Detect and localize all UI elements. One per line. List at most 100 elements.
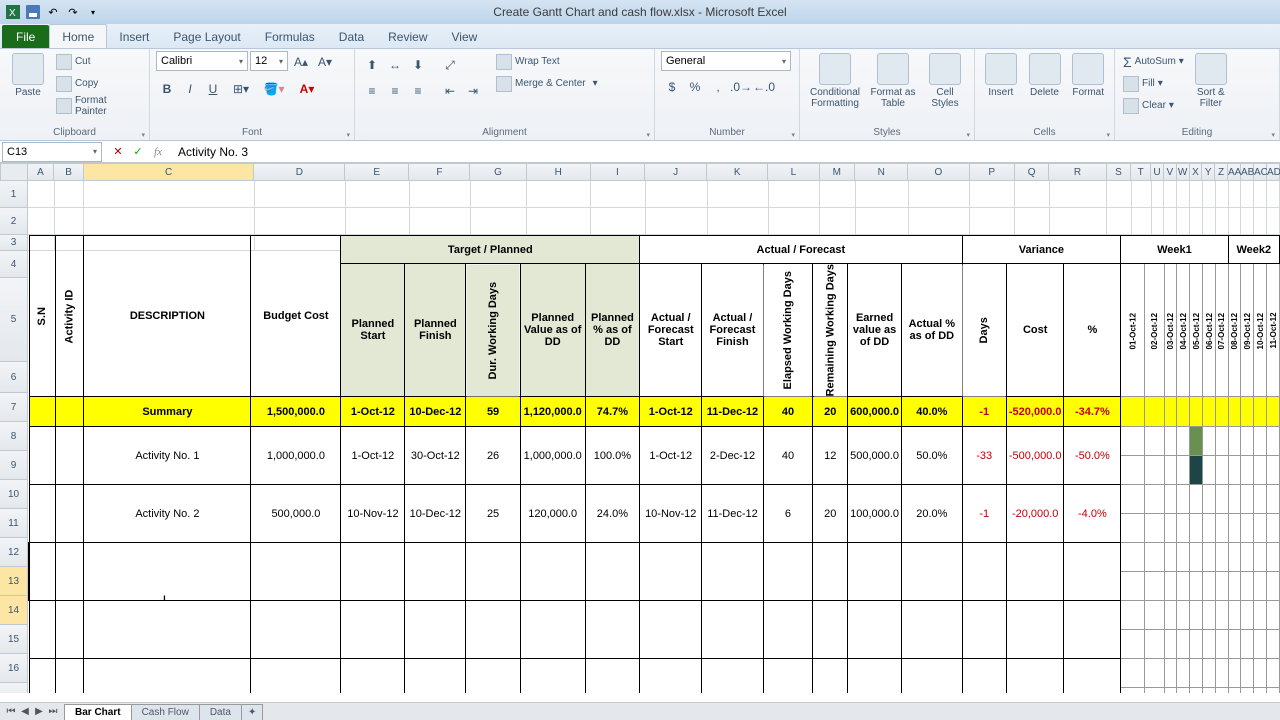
col-header-J[interactable]: J: [645, 163, 707, 181]
percent-button[interactable]: %: [684, 76, 706, 98]
insert-function-button[interactable]: fx: [148, 143, 168, 161]
col-header-Y[interactable]: Y: [1202, 163, 1215, 181]
row-header-6[interactable]: 6: [0, 362, 28, 393]
row-header-8[interactable]: 8: [0, 422, 28, 451]
fill-button[interactable]: Fill▾: [1121, 73, 1186, 94]
col-header-W[interactable]: W: [1177, 163, 1190, 181]
row-header-5[interactable]: 5: [0, 278, 28, 362]
col-header-AA[interactable]: AA: [1228, 163, 1241, 181]
col-header-AB[interactable]: AB: [1241, 163, 1254, 181]
cell-styles-button[interactable]: Cell Styles: [922, 51, 968, 109]
tab-formulas[interactable]: Formulas: [253, 25, 327, 48]
tab-page-layout[interactable]: Page Layout: [161, 25, 252, 48]
col-header-F[interactable]: F: [409, 163, 470, 181]
sheet-tab-bar-chart[interactable]: Bar Chart: [64, 704, 132, 720]
col-header-B[interactable]: B: [54, 163, 84, 181]
inc-indent-button[interactable]: ⇥: [462, 80, 484, 102]
col-header-C[interactable]: C: [84, 163, 255, 181]
col-header-D[interactable]: D: [254, 163, 345, 181]
align-top-button[interactable]: ⬆: [361, 54, 383, 76]
underline-button[interactable]: U: [202, 78, 224, 100]
font-color-button[interactable]: A▾: [291, 78, 323, 100]
dec-indent-button[interactable]: ⇤: [439, 80, 461, 102]
align-left-button[interactable]: ≡: [361, 80, 383, 102]
col-header-G[interactable]: G: [470, 163, 526, 181]
grow-font-button[interactable]: A▴: [290, 51, 312, 73]
number-format-select[interactable]: General▾: [661, 51, 791, 71]
sort-filter-button[interactable]: Sort & Filter: [1190, 51, 1232, 109]
row-header-11[interactable]: 11: [0, 509, 28, 538]
qat-dropdown-icon[interactable]: ▾: [84, 3, 102, 21]
col-header-E[interactable]: E: [345, 163, 409, 181]
dec-decimal-button[interactable]: ←.0: [753, 76, 775, 98]
col-header-Z[interactable]: Z: [1215, 163, 1228, 181]
file-tab[interactable]: File: [2, 25, 49, 48]
inc-decimal-button[interactable]: .0→: [730, 76, 752, 98]
font-size-select[interactable]: 12▾: [250, 51, 288, 71]
col-header-O[interactable]: O: [908, 163, 969, 181]
col-header-S[interactable]: S: [1107, 163, 1132, 181]
format-painter-button[interactable]: Format Painter: [54, 95, 143, 116]
sheet-tab-new[interactable]: ✦: [241, 704, 263, 720]
col-header-K[interactable]: K: [707, 163, 768, 181]
col-header-P[interactable]: P: [970, 163, 1015, 181]
row-header-10[interactable]: 10: [0, 480, 28, 509]
row-header-3[interactable]: 3: [0, 235, 28, 251]
tab-view[interactable]: View: [440, 25, 490, 48]
spreadsheet-grid[interactable]: ABCDEFGHIJKLMNOPQRSTUVWXYZAAABACAD 12345…: [0, 163, 1280, 693]
tab-insert[interactable]: Insert: [107, 25, 161, 48]
tab-review[interactable]: Review: [376, 25, 439, 48]
align-middle-button[interactable]: ↔: [384, 54, 406, 76]
name-box[interactable]: C13▾: [2, 142, 102, 162]
col-header-A[interactable]: A: [28, 163, 55, 181]
copy-button[interactable]: Copy: [54, 73, 143, 94]
format-cells-button[interactable]: Format: [1068, 51, 1108, 98]
row-header-1[interactable]: 1: [0, 181, 28, 208]
row-header-17[interactable]: 17: [0, 683, 28, 693]
currency-button[interactable]: $: [661, 76, 683, 98]
orientation-button[interactable]: ⤢: [439, 54, 461, 76]
col-header-Q[interactable]: Q: [1015, 163, 1050, 181]
sheet-tab-cash-flow[interactable]: Cash Flow: [131, 704, 200, 720]
col-header-AD[interactable]: AD: [1267, 163, 1280, 181]
align-bottom-button[interactable]: ⬇: [407, 54, 429, 76]
wrap-text-button[interactable]: Wrap Text: [494, 51, 600, 72]
row-header-16[interactable]: 16: [0, 654, 28, 683]
cancel-edit-button[interactable]: ✕: [108, 143, 128, 161]
delete-cells-button[interactable]: Delete: [1025, 51, 1065, 98]
row-header-9[interactable]: 9: [0, 451, 28, 480]
col-header-L[interactable]: L: [768, 163, 819, 181]
align-right-button[interactable]: ≡: [407, 80, 429, 102]
row-header-4[interactable]: 4: [0, 251, 28, 278]
row-header-7[interactable]: 7: [0, 393, 28, 422]
col-header-R[interactable]: R: [1049, 163, 1106, 181]
sheet-tab-nav[interactable]: ⏮◀▶⏭: [0, 706, 64, 717]
row-header-15[interactable]: 15: [0, 625, 28, 654]
formula-input[interactable]: [172, 143, 1280, 161]
fill-color-button[interactable]: 🪣▾: [258, 78, 290, 100]
align-center-button[interactable]: ≡: [384, 80, 406, 102]
col-header-M[interactable]: M: [820, 163, 856, 181]
format-as-table-button[interactable]: Format as Table: [868, 51, 918, 109]
col-header-V[interactable]: V: [1164, 163, 1177, 181]
excel-icon[interactable]: X: [4, 3, 22, 21]
row-header-2[interactable]: 2: [0, 208, 28, 235]
col-header-U[interactable]: U: [1151, 163, 1164, 181]
col-header-AC[interactable]: AC: [1254, 163, 1267, 181]
clear-button[interactable]: Clear▾: [1121, 95, 1186, 116]
col-header-N[interactable]: N: [855, 163, 908, 181]
row-header-14[interactable]: 14: [0, 596, 28, 625]
tab-home[interactable]: Home: [49, 24, 107, 48]
row-header-13[interactable]: 13: [0, 567, 28, 596]
comma-button[interactable]: ,: [707, 76, 729, 98]
sheet-tab-data[interactable]: Data: [199, 704, 242, 720]
insert-cells-button[interactable]: Insert: [981, 51, 1021, 98]
col-header-T[interactable]: T: [1131, 163, 1151, 181]
italic-button[interactable]: I: [179, 78, 201, 100]
undo-icon[interactable]: ↶: [44, 3, 62, 21]
redo-icon[interactable]: ↷: [64, 3, 82, 21]
save-icon[interactable]: [24, 3, 42, 21]
bold-button[interactable]: B: [156, 78, 178, 100]
col-header-I[interactable]: I: [591, 163, 645, 181]
col-header-X[interactable]: X: [1190, 163, 1203, 181]
